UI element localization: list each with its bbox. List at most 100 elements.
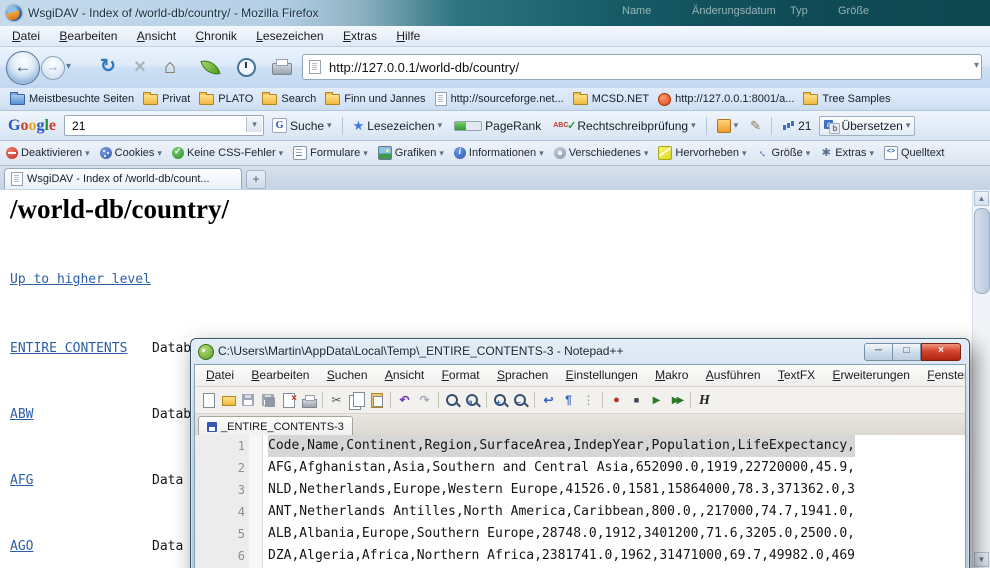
npp-menu-ansicht[interactable]: Ansicht <box>378 365 431 382</box>
open-file-icon[interactable] <box>220 392 237 409</box>
dev-deaktivieren[interactable]: Deaktivieren▾ <box>6 147 90 159</box>
close-file-icon[interactable]: × <box>280 392 297 409</box>
dev-grafiken[interactable]: Grafiken▾ <box>378 146 444 160</box>
bookmark-finn-und-jannes[interactable]: Finn und Jannes <box>323 91 432 107</box>
google-search-button[interactable]: GSuche▾ <box>268 116 336 135</box>
google-search-box[interactable]: ▾ <box>64 115 264 136</box>
npp-menu-einstellungen[interactable]: Einstellungen <box>559 365 645 382</box>
entry-link[interactable]: AFG <box>10 470 152 492</box>
npp-menu-fenster[interactable]: Fenster <box>920 365 966 382</box>
notepad-titlebar[interactable]: C:\Users\Martin\AppData\Local\Temp\_ENTI… <box>191 339 969 364</box>
history-clock-button[interactable] <box>234 55 258 79</box>
back-button[interactable]: ← <box>6 51 40 85</box>
menu-ansicht[interactable]: Ansicht <box>129 26 184 43</box>
minimize-button[interactable]: ─ <box>864 343 893 361</box>
url-input[interactable] <box>327 56 951 78</box>
npp-menu-suchen[interactable]: Suchen <box>320 365 375 382</box>
notepad-editor[interactable]: 1Code,Name,Continent,Region,SurfaceArea,… <box>195 435 965 568</box>
dev-extras[interactable]: ✱Extras▾ <box>820 147 874 159</box>
home-button[interactable]: ⌂ <box>158 55 182 79</box>
zoom-out-icon[interactable]: − <box>512 392 529 409</box>
dev-groesse[interactable]: ↔Größe▾ <box>757 147 811 159</box>
bookmark-meistbesuchte[interactable]: Meistbesuchte Seiten <box>8 91 141 107</box>
history-dropdown-icon[interactable]: ▾ <box>66 61 71 72</box>
menu-extras[interactable]: Extras <box>335 26 385 43</box>
bookmark-tree-samples[interactable]: Tree Samples <box>801 91 897 107</box>
scrollbar[interactable]: ▲ ▼ <box>972 190 990 568</box>
autofill-button[interactable]: ✎ <box>746 116 765 136</box>
word-wrap-icon[interactable]: ↩ <box>540 392 557 409</box>
notepad-tab[interactable]: _ENTIRE_CONTENTS-3 <box>198 416 353 437</box>
stop-button[interactable]: × <box>128 55 152 79</box>
entry-link[interactable]: AGO <box>10 536 152 558</box>
tab-wsgidav[interactable]: WsgiDAV - Index of /world-db/count... <box>4 168 242 189</box>
google-search-input[interactable] <box>70 117 234 134</box>
google-bookmarks-button[interactable]: ★Lesezeichen▾ <box>349 117 447 135</box>
bookmark-sourceforge[interactable]: http://sourceforge.net... <box>433 90 571 108</box>
menu-lesezeichen[interactable]: Lesezeichen <box>248 26 331 43</box>
close-button[interactable]: × <box>921 343 961 361</box>
npp-menu-sprachen[interactable]: Sprachen <box>490 365 555 382</box>
pagerank-indicator[interactable]: PageRank <box>450 117 545 135</box>
record-macro-icon[interactable]: ● <box>608 392 625 409</box>
reload-button[interactable]: ↻ <box>96 55 120 79</box>
function-list-icon[interactable]: H <box>696 392 713 409</box>
copy-icon[interactable] <box>348 392 365 409</box>
up-to-higher-level-link[interactable]: Up to higher level <box>10 272 151 287</box>
url-bar[interactable]: ▾ <box>302 54 982 80</box>
firefox-titlebar[interactable]: WsgiDAV - Index of /world-db/country/ - … <box>0 0 990 27</box>
bookmark-mcsd[interactable]: MCSD.NET <box>571 91 656 107</box>
editor-line[interactable]: 6DZA,Algeria,Africa,Northern Africa,2381… <box>195 545 965 567</box>
new-tab-button[interactable]: + <box>246 170 266 189</box>
npp-menu-erweiterungen[interactable]: Erweiterungen <box>826 365 917 382</box>
sendto-button[interactable]: ▾ <box>713 117 743 135</box>
dev-formulare[interactable]: Formulare▾ <box>293 146 368 160</box>
zoom-in-icon[interactable]: + <box>492 392 509 409</box>
replace-icon[interactable]: a <box>464 392 481 409</box>
dev-css[interactable]: Keine CSS-Fehler▾ <box>172 147 283 159</box>
menu-chronik[interactable]: Chronik <box>188 26 245 43</box>
translate-button[interactable]: Übersetzen▾ <box>819 116 915 136</box>
scroll-down-icon[interactable]: ▼ <box>974 552 989 567</box>
menu-bearbeiten[interactable]: Bearbeiten <box>51 26 125 43</box>
feather-toolbar-icon[interactable] <box>198 55 222 79</box>
undo-icon[interactable]: ↶ <box>396 392 413 409</box>
editor-line[interactable]: 4ANT,Netherlands Antilles,North America,… <box>195 501 965 523</box>
editor-line[interactable]: 2AFG,Afghanistan,Asia,Southern and Centr… <box>195 457 965 479</box>
search-history-dropdown-icon[interactable]: ▾ <box>246 117 262 132</box>
notepad-window[interactable]: C:\Users\Martin\AppData\Local\Temp\_ENTI… <box>190 338 970 568</box>
npp-menu-ausfuehren[interactable]: Ausführen <box>699 365 768 382</box>
new-file-icon[interactable] <box>200 392 217 409</box>
maximize-button[interactable]: □ <box>893 343 921 361</box>
entry-link[interactable]: ABW <box>10 404 152 426</box>
redo-icon[interactable]: ↷ <box>416 392 433 409</box>
editor-line[interactable]: 3NLD,Netherlands,Europe,Western Europe,4… <box>195 479 965 501</box>
show-all-characters-icon[interactable]: ¶ <box>560 392 577 409</box>
forward-button[interactable]: → <box>41 56 65 80</box>
entry-link[interactable]: ENTIRE CONTENTS <box>10 338 152 360</box>
bookmark-localhost[interactable]: http://127.0.0.1:8001/a... <box>656 91 801 108</box>
stop-macro-icon[interactable]: ■ <box>628 392 645 409</box>
url-dropdown-icon[interactable]: ▾ <box>974 60 979 71</box>
dev-verschiedenes[interactable]: Verschiedenes▾ <box>554 147 649 159</box>
indent-guide-icon[interactable]: ⋮ <box>580 392 597 409</box>
npp-menu-textfx[interactable]: TextFX <box>771 365 822 382</box>
scrollbar-thumb[interactable] <box>974 208 990 294</box>
editor-line[interactable]: 5ALB,Albania,Europe,Southern Europe,2874… <box>195 523 965 545</box>
npp-menu-makro[interactable]: Makro <box>648 365 695 382</box>
dev-informationen[interactable]: Informationen▾ <box>454 147 544 159</box>
counter-indicator[interactable]: 21 <box>778 117 815 135</box>
scroll-up-icon[interactable]: ▲ <box>974 191 989 206</box>
editor-line[interactable]: 1Code,Name,Continent,Region,SurfaceArea,… <box>195 435 965 457</box>
menu-datei[interactable]: Datei <box>4 26 48 43</box>
print-icon[interactable] <box>300 392 317 409</box>
dev-hervorheben[interactable]: Hervorheben▾ <box>658 146 746 160</box>
dev-quelltext[interactable]: Quelltext <box>884 146 944 160</box>
npp-menu-bearbeiten[interactable]: Bearbeiten <box>244 365 316 382</box>
npp-menu-format[interactable]: Format <box>435 365 487 382</box>
save-all-icon[interactable] <box>260 392 277 409</box>
bookmark-plato[interactable]: PLATO <box>197 91 260 107</box>
npp-menu-datei[interactable]: Datei <box>199 365 241 382</box>
save-icon[interactable] <box>240 392 257 409</box>
play-macro-icon[interactable]: ▶ <box>648 392 665 409</box>
